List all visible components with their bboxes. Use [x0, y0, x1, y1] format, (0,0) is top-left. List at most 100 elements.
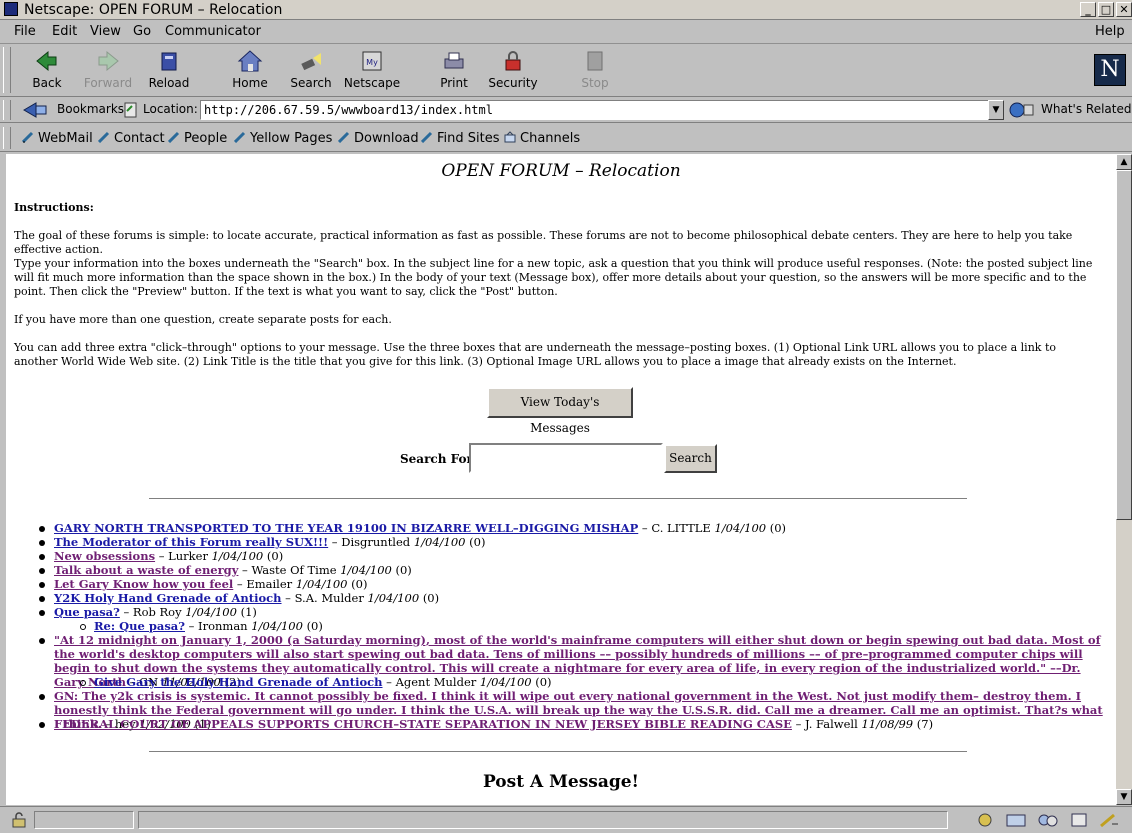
location-toolbar: Bookmarks Location: http://206.67.59.5/w…	[0, 97, 1132, 123]
url-dropdown-button[interactable]: ▼	[988, 100, 1004, 120]
thread-row: GARY NORTH TRANSPORTED TO THE YEAR 19100…	[54, 521, 787, 535]
personal-item-webmail[interactable]: WebMail	[22, 131, 93, 146]
thread-date: 1/04/100	[295, 577, 348, 591]
thread-author: J. Falwell	[805, 717, 858, 731]
thread-link[interactable]: Re: Que pasa?	[94, 619, 185, 633]
bookmarks-label[interactable]: Bookmarks	[57, 102, 124, 116]
bookmark-link-icon	[98, 131, 110, 143]
discussions-status-icon[interactable]	[1036, 812, 1060, 828]
thread-link[interactable]: GARY NORTH TRANSPORTED TO THE YEAR 19100…	[54, 521, 638, 535]
forward-button[interactable]: Forward	[76, 49, 140, 94]
thread-link[interactable]: New obsessions	[54, 549, 155, 563]
menu-go[interactable]: Go	[133, 24, 151, 39]
personal-label: Yellow Pages	[250, 131, 333, 146]
view-todays-messages-button[interactable]: View Today's Messages	[487, 387, 633, 435]
back-arrow-icon	[36, 50, 57, 72]
whats-related-icon[interactable]	[1008, 101, 1036, 119]
thread-date: 1/04/100	[211, 549, 264, 563]
location-page-icon[interactable]	[123, 101, 139, 119]
padlock-icon	[505, 51, 521, 71]
bookmark-link-icon	[338, 131, 350, 143]
composer-status-icon[interactable]	[1070, 812, 1088, 828]
toolbar-grip[interactable]	[3, 47, 11, 93]
close-button[interactable]: ✕	[1116, 2, 1132, 17]
search-button-toolbar[interactable]: Search	[279, 49, 343, 94]
menu-file[interactable]: File	[14, 24, 36, 39]
thread-link[interactable]: Give Gary the Holy Hand Grenade of Antio…	[94, 675, 383, 689]
personal-item-yellow-pages[interactable]: Yellow Pages	[234, 131, 332, 146]
search-input[interactable]	[469, 443, 663, 473]
location-grip[interactable]	[3, 100, 11, 120]
thread-date: 1/04/100	[413, 535, 466, 549]
thread-author: Emailer	[246, 577, 293, 591]
thread-link[interactable]: The Moderator of this Forum really SUX!!…	[54, 535, 328, 549]
personal-label: Channels	[520, 131, 581, 146]
thread-author: Agent Mulder	[395, 675, 477, 689]
print-button[interactable]: Print	[422, 49, 486, 94]
instructions-paragraph-4: You can add three extra "click–through" …	[14, 341, 1056, 368]
scroll-down-button[interactable]: ▼	[1116, 789, 1132, 805]
reload-button[interactable]: Reload	[137, 49, 201, 94]
menu-help[interactable]: Help	[1095, 24, 1125, 39]
thread-date: 1/04/100	[479, 675, 532, 689]
url-input[interactable]: http://206.67.59.5/wwwboard13/index.html	[200, 100, 990, 120]
status-message-area	[138, 811, 948, 829]
personal-grip[interactable]	[3, 127, 11, 149]
back-button[interactable]: Back	[15, 49, 79, 94]
thread-author: Disgruntled	[341, 535, 411, 549]
security-lock-status-icon[interactable]	[10, 812, 28, 828]
bookmarks-icon[interactable]	[22, 101, 52, 119]
vertical-scrollbar[interactable]: ▲ ▼	[1116, 154, 1132, 805]
personal-toolbar: WebMail Contact People Yellow Pages Down…	[0, 124, 1132, 152]
thread-count: (1)	[240, 605, 257, 619]
list-bullet-reply	[80, 624, 86, 630]
thread-author: Ironman	[198, 619, 248, 633]
list-bullet	[39, 554, 45, 560]
menu-edit[interactable]: Edit	[52, 24, 77, 39]
menu-communicator[interactable]: Communicator	[165, 24, 261, 39]
personal-item-channels[interactable]: Channels	[504, 131, 580, 146]
thread-count: (0)	[422, 591, 440, 605]
thread-date: 1/04/100	[251, 619, 303, 633]
netscape-logo[interactable]: N	[1094, 54, 1126, 86]
thread-link[interactable]: Y2K Holy Hand Grenade of Antioch	[54, 591, 282, 605]
netscape-button[interactable]: My Netscape	[340, 49, 404, 94]
personal-item-download[interactable]: Download	[338, 131, 419, 146]
whats-related-label[interactable]: What's Related	[1041, 102, 1131, 116]
thread-date: 1/04/100	[340, 563, 392, 577]
edit-pen-status-icon[interactable]	[1098, 812, 1120, 828]
thread-link[interactable]: FEDERAL COURT OF APPEALS SUPPORTS CHURCH…	[54, 717, 792, 731]
home-button[interactable]: Home	[218, 49, 282, 94]
stop-button[interactable]: Stop	[563, 49, 627, 94]
svg-text:My: My	[366, 58, 378, 67]
mail-status-icon[interactable]	[1005, 812, 1029, 828]
minimize-button[interactable]: _	[1080, 2, 1096, 17]
stop-label: Stop	[581, 76, 609, 90]
navigator-status-icon[interactable]	[976, 812, 994, 828]
list-bullet	[39, 568, 45, 574]
menu-view[interactable]: View	[90, 24, 121, 39]
list-bullet	[39, 638, 45, 644]
search-button[interactable]: Search	[664, 444, 717, 473]
thread-link[interactable]: Que pasa?	[54, 605, 120, 619]
personal-item-contact[interactable]: Contact	[98, 131, 165, 146]
printer-icon	[444, 52, 464, 69]
personal-label: People	[184, 131, 228, 146]
instructions-paragraph-2: Type your information into the boxes und…	[14, 257, 1093, 298]
thread-author: C. LITTLE	[651, 521, 711, 535]
maximize-button[interactable]: □	[1098, 2, 1114, 17]
window-title: Netscape: OPEN FORUM – Relocation	[24, 2, 283, 18]
thread-link[interactable]: Let Gary Know how you feel	[54, 577, 233, 591]
thread-author: S.A. Mulder	[294, 591, 364, 605]
search-for-label: Search For:	[400, 452, 478, 466]
scroll-thumb[interactable]	[1116, 170, 1132, 520]
thread-link[interactable]: Talk about a waste of energy	[54, 563, 238, 577]
scroll-up-button[interactable]: ▲	[1116, 154, 1132, 170]
security-button[interactable]: Security	[481, 49, 545, 94]
thread-date: 11/08/99	[861, 717, 914, 731]
list-bullet	[39, 526, 45, 532]
instructions-paragraph-1: The goal of these forums is simple: to l…	[14, 229, 1073, 256]
back-label: Back	[32, 76, 62, 90]
personal-item-people[interactable]: People	[168, 131, 227, 146]
personal-item-find-sites[interactable]: Find Sites	[421, 131, 500, 146]
